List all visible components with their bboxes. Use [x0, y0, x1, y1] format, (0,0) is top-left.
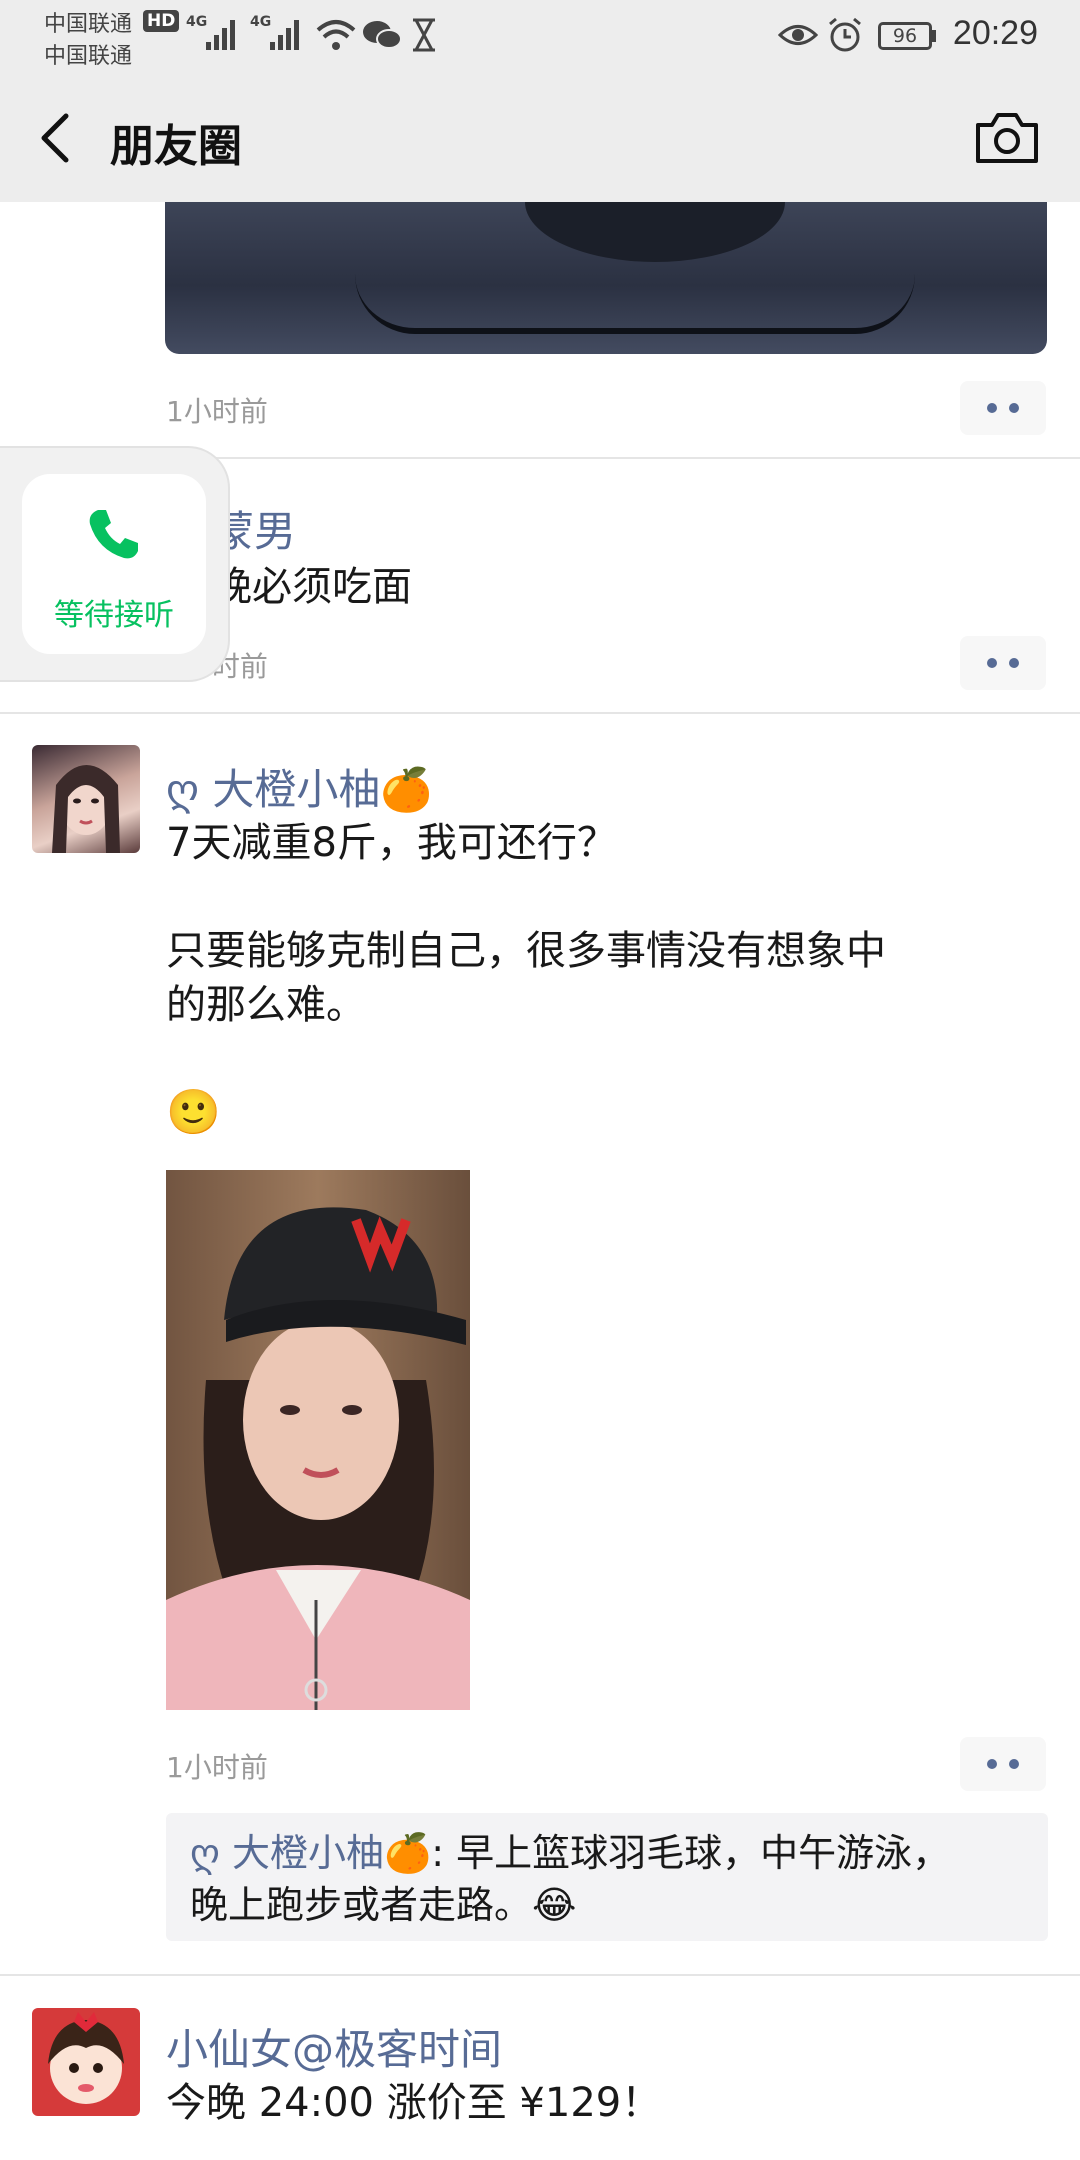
- page-title: 朋友圈: [110, 121, 242, 172]
- more-actions-button[interactable]: [960, 636, 1046, 690]
- call-status-label: 等待接听: [54, 598, 174, 633]
- hourglass-icon: [413, 18, 435, 52]
- avatar[interactable]: [32, 2008, 140, 2116]
- post-timestamp: 1小时前: [166, 1751, 268, 1784]
- post-text: 今晚 24:00 涨价至 ¥129！: [166, 2080, 662, 2126]
- back-button[interactable]: [30, 108, 90, 168]
- alarm-icon: [829, 17, 861, 52]
- image-detail: [525, 202, 785, 262]
- post-image[interactable]: [166, 1170, 470, 1710]
- battery-tip: [932, 30, 936, 42]
- signal-icon-2: [270, 20, 299, 50]
- network-type-2: 4G: [250, 14, 272, 30]
- divider: [0, 1974, 1080, 1976]
- comment-section: ღ 大橙小柚🍊: 早上篮球羽毛球，中午游泳， 晚上跑步或者走路。😂: [166, 1813, 1048, 1941]
- network-type-1: 4G: [186, 14, 208, 30]
- signal-icon: [206, 20, 235, 50]
- app-header: 朋友圈: [0, 72, 1080, 202]
- eye-icon: [778, 25, 818, 45]
- more-actions-button[interactable]: [960, 381, 1046, 435]
- more-actions-button[interactable]: [960, 1737, 1046, 1791]
- image-detail: [355, 272, 915, 334]
- chevron-left-icon: [41, 113, 69, 163]
- post-text-line: 7天减重8斤，我可还行？: [166, 820, 617, 866]
- post-author[interactable]: 小仙女@极客时间: [166, 2016, 502, 2077]
- avatar-image: [48, 2012, 124, 2104]
- waiting-call-widget[interactable]: 等待接听: [22, 474, 206, 654]
- wechat-icon: [363, 21, 402, 49]
- photo-selfie: [166, 1170, 470, 1710]
- camera-button[interactable]: [974, 107, 1040, 167]
- smile-emoji: 🙂: [166, 1087, 221, 1138]
- wifi-icon: [316, 20, 356, 50]
- clock: 20:29: [952, 14, 1038, 52]
- status-bar: 中国联通 中国联通 HD 4G 4G 96 20:29: [0, 0, 1080, 72]
- post-text: 晚必须吃面: [212, 564, 412, 610]
- post-author[interactable]: ღ 大橙小柚🍊: [166, 756, 433, 817]
- comment-text: 早上篮球羽毛球，中午游泳，: [456, 1831, 951, 1875]
- comment-text: 晚上跑步或者走路。😂: [190, 1883, 577, 1927]
- comment-author[interactable]: ღ 大橙小柚🍊: [190, 1831, 431, 1875]
- avatar[interactable]: [32, 745, 140, 853]
- post-text-line: 只要能够克制自己，很多事情没有想象中: [166, 928, 886, 974]
- comment-separator: :: [431, 1831, 457, 1875]
- post-image[interactable]: [165, 202, 1047, 354]
- phone-icon: [89, 510, 138, 559]
- comment[interactable]: ღ 大橙小柚🍊: 早上篮球羽毛球，中午游泳， 晚上跑步或者走路。😂: [190, 1827, 1024, 1931]
- carrier-primary: 中国联通: [44, 12, 133, 37]
- post-text-line: 的那么难。: [166, 982, 366, 1028]
- post-timestamp: 1小时前: [166, 395, 268, 428]
- avatar-image: [52, 765, 120, 853]
- hd-badge: HD: [143, 10, 180, 32]
- carrier-secondary: 中国联通: [44, 44, 133, 69]
- battery-indicator: 96: [878, 22, 932, 50]
- camera-icon: [976, 113, 1038, 163]
- divider: [0, 712, 1080, 714]
